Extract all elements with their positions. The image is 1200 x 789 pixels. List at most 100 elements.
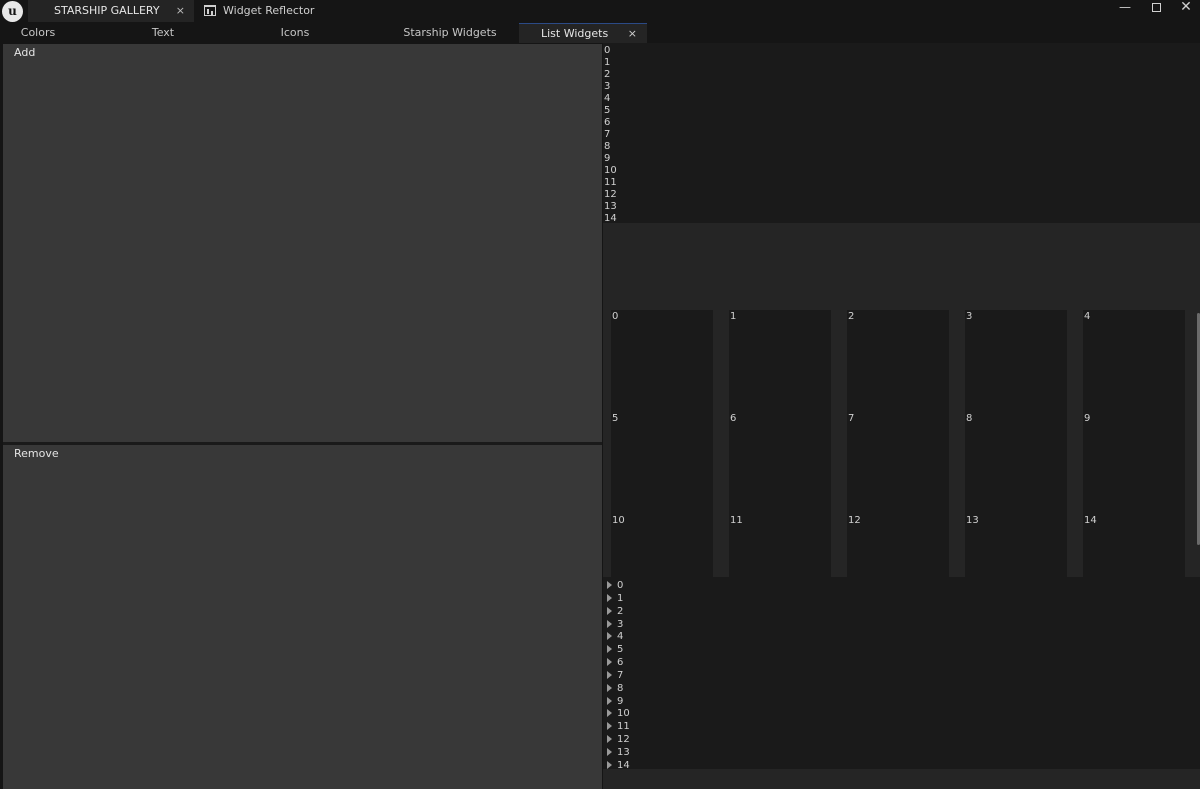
- unreal-logo-icon[interactable]: u: [2, 1, 23, 22]
- tree-item[interactable]: 5: [607, 644, 623, 656]
- tree-item-label: 8: [617, 683, 624, 694]
- tile-item[interactable]: 9: [1084, 413, 1090, 424]
- triangle-right-icon[interactable]: [607, 697, 612, 705]
- maximize-icon: [1151, 3, 1161, 12]
- tile-item[interactable]: 6: [730, 413, 736, 424]
- tree-item-label: 5: [617, 644, 624, 655]
- triangle-right-icon[interactable]: [607, 594, 612, 602]
- triangle-right-icon[interactable]: [607, 645, 612, 653]
- close-icon[interactable]: ×: [176, 0, 185, 22]
- tree-item-label: 12: [617, 734, 630, 745]
- close-icon[interactable]: ×: [628, 24, 637, 44]
- triangle-right-icon[interactable]: [607, 761, 612, 769]
- tab-text[interactable]: Text: [113, 23, 213, 43]
- triangle-right-icon[interactable]: [607, 709, 612, 717]
- list-item[interactable]: 2: [603, 69, 1200, 81]
- tile-column: [729, 310, 831, 577]
- list-item[interactable]: 10: [603, 165, 1200, 177]
- list-item[interactable]: 12: [603, 189, 1200, 201]
- tree-item-label: 9: [617, 696, 624, 707]
- tab-icons[interactable]: Icons: [245, 23, 345, 43]
- tile-column: [965, 310, 1067, 577]
- tile-item[interactable]: 2: [848, 311, 854, 322]
- tree-item[interactable]: 8: [607, 683, 623, 695]
- tile-item[interactable]: 7: [848, 413, 854, 424]
- tree-item[interactable]: 6: [607, 657, 623, 669]
- triangle-right-icon[interactable]: [607, 581, 612, 589]
- tile-item[interactable]: 13: [966, 515, 979, 526]
- tree-footer: [603, 769, 1200, 789]
- tile-item[interactable]: 8: [966, 413, 972, 424]
- tab-widget-reflector[interactable]: Widget Reflector: [198, 0, 318, 22]
- tree-item[interactable]: 3: [607, 619, 623, 631]
- list-item[interactable]: 5: [603, 105, 1200, 117]
- list-view[interactable]: 0 1 2 3 4 5 6 7 8 9 10 11 12 13 14: [603, 45, 1200, 224]
- tree-item-label: 3: [617, 619, 624, 630]
- tile-item[interactable]: 14: [1084, 515, 1097, 526]
- tile-item[interactable]: 11: [730, 515, 743, 526]
- list-item[interactable]: 6: [603, 117, 1200, 129]
- tab-list-widgets[interactable]: List Widgets ×: [519, 23, 647, 43]
- tab-widget-reflector-label: Widget Reflector: [223, 4, 315, 17]
- tile-item[interactable]: 3: [966, 311, 972, 322]
- tree-item[interactable]: 2: [607, 606, 623, 618]
- tree-item[interactable]: 4: [607, 631, 623, 643]
- triangle-right-icon[interactable]: [607, 722, 612, 730]
- tree-item[interactable]: 1: [607, 593, 623, 605]
- list-item[interactable]: 0: [603, 45, 1200, 57]
- tree-item-label: 0: [617, 580, 624, 591]
- tile-column: [847, 310, 949, 577]
- tree-item-label: 2: [617, 606, 624, 617]
- list-item[interactable]: 3: [603, 81, 1200, 93]
- triangle-right-icon[interactable]: [607, 684, 612, 692]
- list-item[interactable]: 13: [603, 201, 1200, 213]
- triangle-right-icon[interactable]: [607, 658, 612, 666]
- list-item[interactable]: 9: [603, 153, 1200, 165]
- list-item[interactable]: 7: [603, 129, 1200, 141]
- add-panel[interactable]: Add: [3, 44, 602, 442]
- triangle-right-icon[interactable]: [607, 735, 612, 743]
- tree-item[interactable]: 13: [607, 747, 630, 759]
- tree-item[interactable]: 12: [607, 734, 630, 746]
- tile-item[interactable]: 5: [612, 413, 618, 424]
- tile-column: [1083, 310, 1185, 577]
- list-item[interactable]: 1: [603, 57, 1200, 69]
- tab-starship-widgets[interactable]: Starship Widgets: [380, 23, 520, 43]
- triangle-right-icon[interactable]: [607, 748, 612, 756]
- list-item[interactable]: 11: [603, 177, 1200, 189]
- close-window-button[interactable]: ✕: [1171, 0, 1200, 16]
- tile-item[interactable]: 10: [612, 515, 625, 526]
- tree-item-label: 13: [617, 747, 630, 758]
- list-spacer: [603, 223, 1200, 309]
- triangle-right-icon[interactable]: [607, 607, 612, 615]
- tree-item-label: 11: [617, 721, 630, 732]
- list-item[interactable]: 8: [603, 141, 1200, 153]
- tree-item[interactable]: 10: [607, 708, 630, 720]
- tile-view[interactable]: 0 1 2 3 4 5 6 7 8 9 10 11 12 13 14: [603, 309, 1200, 577]
- tab-starship-gallery[interactable]: STARSHIP GALLERY ×: [28, 0, 194, 22]
- tile-item[interactable]: 12: [848, 515, 861, 526]
- tree-item[interactable]: 7: [607, 670, 623, 682]
- tile-column: [611, 310, 713, 577]
- tile-item[interactable]: 0: [612, 311, 618, 322]
- tab-bar: Colors Text Icons Starship Widgets List …: [0, 22, 1200, 43]
- tree-item[interactable]: 0: [607, 580, 623, 592]
- tile-item[interactable]: 1: [730, 311, 736, 322]
- tree-item[interactable]: 11: [607, 721, 630, 733]
- remove-label: Remove: [14, 447, 59, 460]
- tab-starship-gallery-label: STARSHIP GALLERY: [54, 4, 160, 17]
- triangle-right-icon[interactable]: [607, 620, 612, 628]
- maximize-button[interactable]: [1141, 0, 1171, 16]
- remove-panel[interactable]: Remove: [3, 445, 602, 789]
- triangle-right-icon[interactable]: [607, 671, 612, 679]
- tree-item[interactable]: 9: [607, 696, 623, 708]
- list-item[interactable]: 4: [603, 93, 1200, 105]
- tree-view[interactable]: 0 1 2 3 4 5 6 7 8 9 10 11 12 13 14: [603, 577, 1200, 771]
- tile-item[interactable]: 4: [1084, 311, 1090, 322]
- tree-item-label: 4: [617, 631, 624, 642]
- title-bar: u STARSHIP GALLERY × Widget Reflector — …: [0, 0, 1200, 22]
- triangle-right-icon[interactable]: [607, 632, 612, 640]
- tree-item-label: 1: [617, 593, 624, 604]
- minimize-button[interactable]: —: [1110, 0, 1140, 16]
- tab-colors[interactable]: Colors: [0, 23, 76, 43]
